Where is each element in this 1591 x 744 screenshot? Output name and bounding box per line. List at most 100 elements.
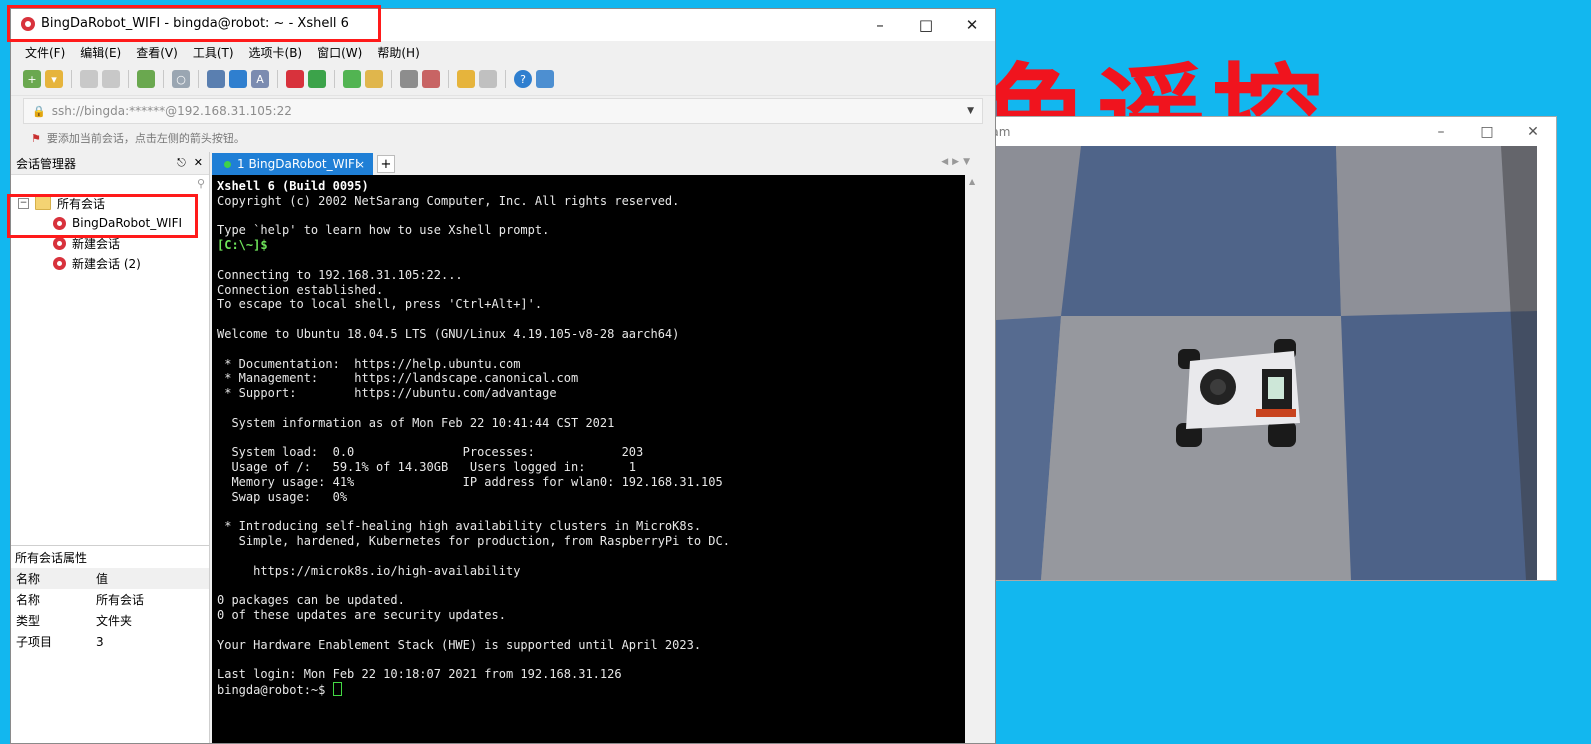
local-prompt: [C:\~]$ xyxy=(217,238,268,253)
menu-help[interactable]: 帮助(H) xyxy=(377,44,419,61)
xshell-icon[interactable] xyxy=(286,70,304,88)
terminal-cursor xyxy=(332,682,342,697)
fullscreen-icon[interactable] xyxy=(343,70,361,88)
tile-icon[interactable] xyxy=(479,70,497,88)
terminal[interactable]: Xshell 6 (Build 0095) Copyright (c) 2002… xyxy=(212,175,965,743)
session-manager-header: 会话管理器 ⎋ ✕ xyxy=(11,152,209,175)
tree-root-label: 所有会话 xyxy=(57,196,106,211)
maximize-icon[interactable]: □ xyxy=(903,9,949,41)
menu-bar: 文件(F) 编辑(E) 查看(V) 工具(T) 选项卡(B) 窗口(W) 帮助(… xyxy=(11,41,995,63)
add-tab-button[interactable]: + xyxy=(377,155,395,173)
tab-close-icon[interactable]: × xyxy=(356,158,365,171)
session-icon xyxy=(53,216,66,230)
close-icon[interactable]: ✕ xyxy=(194,156,203,170)
search-icon[interactable]: ○ xyxy=(172,70,190,88)
properties-header-name: 名称 xyxy=(16,572,41,586)
window-title: BingDaRobot_WIFI - bingda@robot: ~ - Xsh… xyxy=(41,16,349,31)
chat-icon[interactable] xyxy=(536,70,554,88)
pin-icon[interactable]: ⎋ xyxy=(177,156,186,170)
tree-item-session[interactable]: 新建会话 (2) xyxy=(11,253,209,273)
menu-view[interactable]: 查看(V) xyxy=(136,44,178,61)
address-bar[interactable]: 🔒 ssh://bingda:******@192.168.31.105:22 … xyxy=(23,98,983,124)
hint-text: 要添加当前会话，点击左侧的箭头按钮。 xyxy=(46,132,245,145)
highlight-icon[interactable] xyxy=(422,70,440,88)
cam-titlebar[interactable]: Cam – □ ✕ xyxy=(981,117,1556,146)
lock-icon: 🔒 xyxy=(32,104,46,118)
new-session-icon[interactable]: + xyxy=(23,70,41,88)
tab-nav-icons[interactable]: ◀▶▼ xyxy=(941,157,974,167)
tree-item-label: BingDaRobot_WIFI xyxy=(72,216,183,230)
property-value: 3 xyxy=(96,634,104,649)
property-key: 子项目 xyxy=(16,635,53,649)
properties-row: 名称 所有会话 xyxy=(11,589,209,610)
menu-tools[interactable]: 工具(T) xyxy=(193,44,234,61)
tree-item-label: 新建会话 (2) xyxy=(72,256,141,271)
terminal-output: Connecting to 192.168.31.105:22... Conne… xyxy=(217,267,730,682)
session-icon xyxy=(53,256,66,270)
address-text: ssh://bingda:******@192.168.31.105:22 xyxy=(51,104,292,118)
xshell-logo-icon xyxy=(21,16,35,31)
disconnect-icon[interactable] xyxy=(102,70,120,88)
session-icon xyxy=(53,236,66,250)
properties-header-value: 值 xyxy=(96,572,109,586)
tab-session[interactable]: 1 BingDaRobot_WIFI × xyxy=(212,153,373,175)
scroll-up-icon[interactable]: ▲ xyxy=(969,177,975,186)
hint-bar: ⚑ 要添加当前会话，点击左侧的箭头按钮。 xyxy=(23,126,983,150)
property-value: 文件夹 xyxy=(96,614,133,628)
menu-edit[interactable]: 编辑(E) xyxy=(80,44,121,61)
session-manager-title: 会话管理器 xyxy=(16,156,77,171)
close-icon[interactable]: ✕ xyxy=(949,9,995,41)
keyboard-icon[interactable] xyxy=(400,70,418,88)
properties-row: 类型 文件夹 xyxy=(11,610,209,631)
connect-icon[interactable] xyxy=(80,70,98,88)
chevron-down-icon[interactable]: ▼ xyxy=(967,106,974,116)
minimize-icon[interactable]: – xyxy=(857,9,903,41)
help-icon[interactable]: ? xyxy=(514,70,532,88)
xshell-titlebar[interactable]: BingDaRobot_WIFI - bingda@robot: ~ - Xsh… xyxy=(11,9,995,41)
terminal-intro: Copyright (c) 2002 NetSarang Computer, I… xyxy=(217,193,680,238)
session-search[interactable]: ⚲ xyxy=(11,175,209,193)
connected-status-icon xyxy=(224,160,231,168)
property-key: 名称 xyxy=(16,593,41,607)
shell-prompt: bingda@robot:~$ xyxy=(217,683,333,698)
property-value: 所有会话 xyxy=(96,593,145,607)
tree-item-label: 新建会话 xyxy=(72,236,121,251)
session-manager-panel: 会话管理器 ⎋ ✕ ⚲ − 所有会话 BingDaRobot_WIFI 新建会话 … xyxy=(11,152,210,743)
properties-row: 子项目 3 xyxy=(11,631,209,652)
terminal-scrollbar[interactable]: ▲ xyxy=(965,175,981,743)
lock-icon[interactable] xyxy=(365,70,383,88)
tab-bar: 1 BingDaRobot_WIFI × + ◀▶▼ xyxy=(212,152,980,175)
terminal-header: Xshell 6 (Build 0095) xyxy=(217,179,369,193)
cam-window[interactable]: Cam – □ ✕ xyxy=(980,116,1557,581)
menu-tabs[interactable]: 选项卡(B) xyxy=(249,44,303,61)
globe-icon[interactable] xyxy=(229,70,247,88)
add-tab-icon[interactable] xyxy=(457,70,475,88)
search-icon: ⚲ xyxy=(196,177,205,190)
close-icon[interactable]: ✕ xyxy=(1510,117,1556,146)
minimize-icon[interactable]: – xyxy=(1418,117,1464,146)
robot-car-image xyxy=(1176,339,1300,447)
properties-title: 所有会话属性 xyxy=(11,545,209,568)
properties-header-row: 名称 值 xyxy=(11,568,209,589)
camera-feed xyxy=(981,146,1537,580)
properties-panel: 所有会话属性 名称 值 名称 所有会话 类型 文件夹 子项目 3 xyxy=(11,545,209,652)
open-folder-icon[interactable]: ▾ xyxy=(45,70,63,88)
session-tree: − 所有会话 BingDaRobot_WIFI 新建会话 新建会话 (2) xyxy=(11,193,209,273)
flag-icon[interactable]: ⚑ xyxy=(31,132,41,145)
xshell-window[interactable]: BingDaRobot_WIFI - bingda@robot: ~ - Xsh… xyxy=(10,8,996,744)
xftp-icon[interactable] xyxy=(308,70,326,88)
tree-item-session[interactable]: 新建会话 xyxy=(11,233,209,253)
layout-icon[interactable] xyxy=(207,70,225,88)
menu-window[interactable]: 窗口(W) xyxy=(317,44,362,61)
tree-root-all-sessions[interactable]: − 所有会话 xyxy=(11,193,209,213)
maximize-icon[interactable]: □ xyxy=(1464,117,1510,146)
toolbar: + ▾ ○ A ? xyxy=(11,63,995,96)
tab-label: 1 BingDaRobot_WIFI xyxy=(237,157,359,171)
folder-icon xyxy=(35,196,51,210)
reconnect-icon[interactable] xyxy=(137,70,155,88)
property-key: 类型 xyxy=(16,614,41,628)
menu-file[interactable]: 文件(F) xyxy=(25,44,65,61)
collapse-icon[interactable]: − xyxy=(18,197,29,209)
tree-item-session[interactable]: BingDaRobot_WIFI xyxy=(11,213,209,233)
font-icon[interactable]: A xyxy=(251,70,269,88)
